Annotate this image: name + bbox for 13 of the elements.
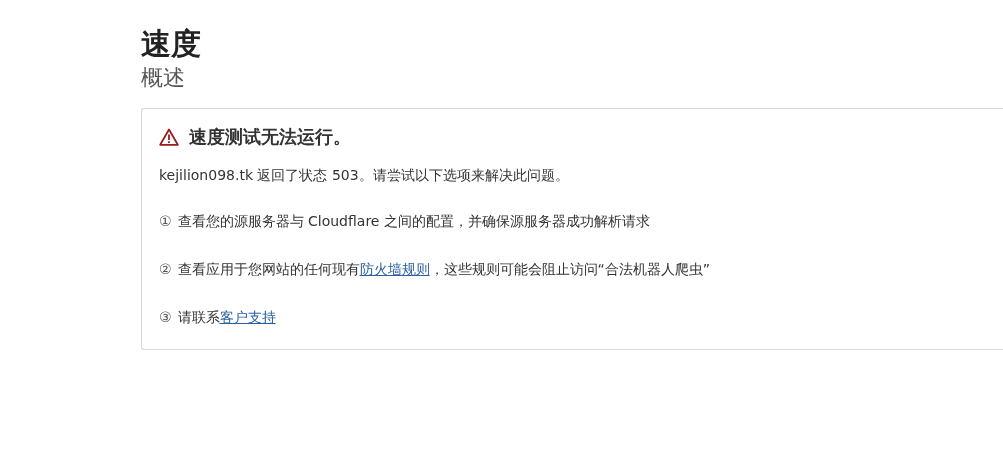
step-number: ① [159,212,172,231]
help-link[interactable]: 防火墙规则 [359,261,430,277]
warning-icon [159,128,179,146]
page-subtitle: 概述 [141,64,186,92]
help-link[interactable]: 客户支持 [219,309,276,325]
alert-message: kejilion098.tk 返回了状态 503。请尝试以下选项来解决此问题。 [159,166,570,185]
step-text: 查看您的源服务器与 Cloudflare 之间的配置，并确保源服务器成功解析请求 [177,212,650,231]
page-title: 速度 [141,25,202,63]
step-text: 查看应用于您网站的任何现有防火墙规则，这些规则可能会阻止访问“合法机器人爬虫” [177,260,711,279]
alert-heading: 速度测试无法运行。 [189,125,351,149]
step-number: ② [159,260,172,279]
step-number: ③ [159,308,172,327]
step-text: 请联系客户支持 [177,308,276,327]
